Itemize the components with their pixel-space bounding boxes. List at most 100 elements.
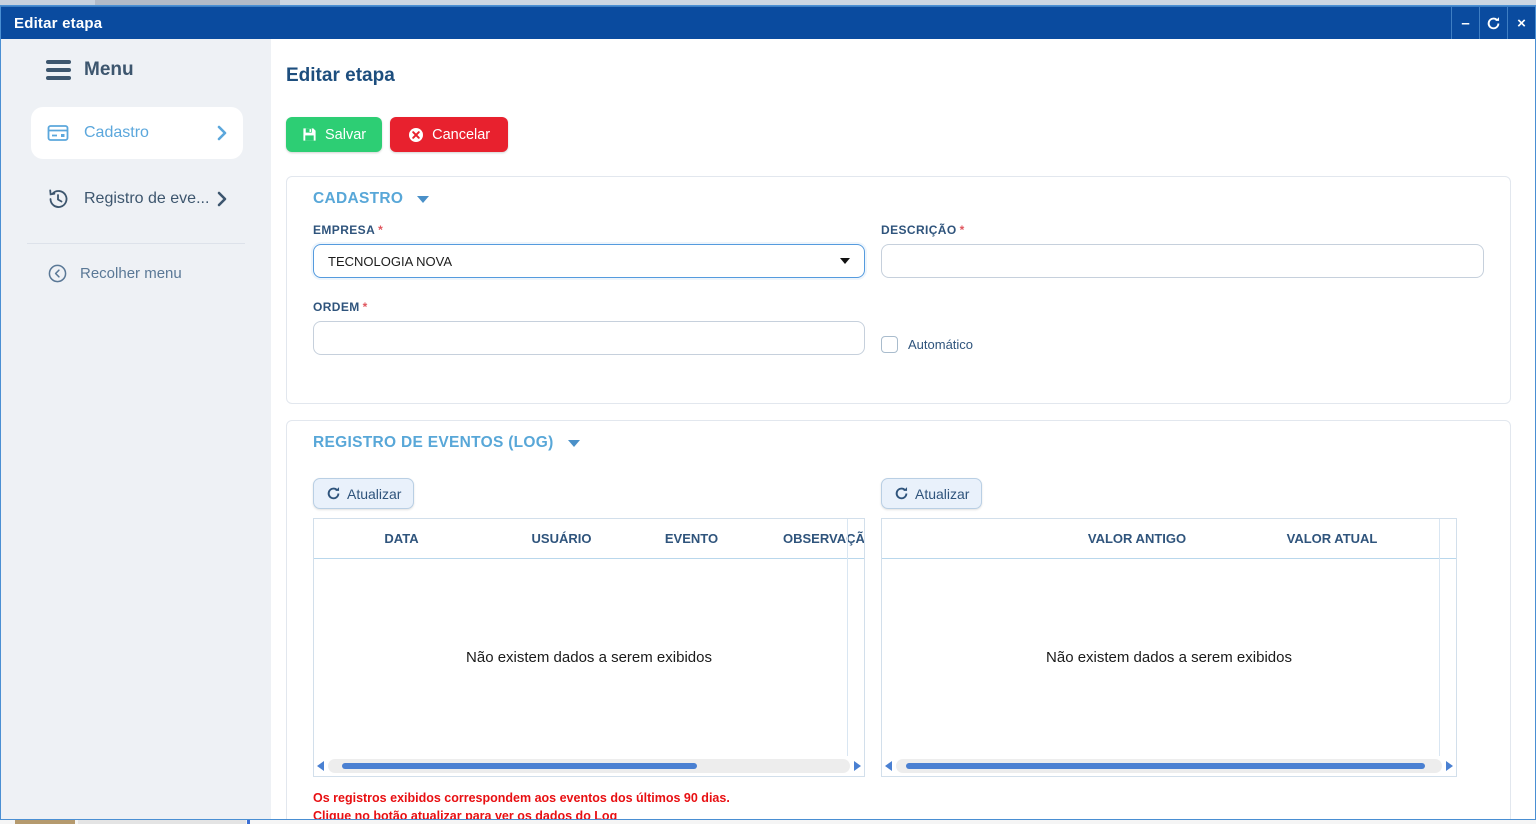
log-section-header[interactable]: REGISTRO DE EVENTOS (LOG) bbox=[313, 434, 1484, 452]
save-floppy-icon bbox=[302, 127, 317, 142]
page-behind-bottom-strip bbox=[0, 820, 1536, 824]
chevron-left-circle-icon bbox=[48, 264, 67, 283]
scrollbar-thumb[interactable] bbox=[342, 763, 697, 769]
events-table-header: DATA USUÁRIO EVENTO OBSERVAÇÃO bbox=[314, 519, 864, 559]
behind-strip-segment bbox=[15, 820, 75, 824]
descricao-input[interactable] bbox=[881, 244, 1484, 278]
scroll-left-arrow-icon[interactable] bbox=[885, 761, 892, 771]
refresh-icon bbox=[894, 486, 909, 501]
automatico-field-group: Automático bbox=[881, 300, 1484, 355]
log-tables: Atualizar DATA USUÁRIO EVENTO OBSERVAÇÃO… bbox=[313, 478, 1484, 777]
values-table-header: VALOR ANTIGO VALOR ATUAL bbox=[882, 519, 1456, 559]
titlebar: Editar etapa – × bbox=[1, 6, 1535, 39]
menu-header[interactable]: Menu bbox=[1, 59, 271, 81]
window-controls: – × bbox=[1451, 7, 1535, 39]
refresh-events-button[interactable]: Atualizar bbox=[313, 478, 414, 509]
cadastro-form: EMPRESA* TECNOLOGIA NOVA DESCRIÇÃO* ORDE… bbox=[313, 223, 1484, 355]
automatico-label: Automático bbox=[908, 337, 973, 352]
main-content: Editar etapa Salvar bbox=[271, 39, 1535, 819]
save-button[interactable]: Salvar bbox=[286, 117, 382, 152]
automatico-checkbox[interactable] bbox=[881, 336, 898, 353]
chevron-right-icon bbox=[217, 191, 227, 207]
cancel-button-label: Cancelar bbox=[432, 127, 490, 143]
refresh-button-label: Atualizar bbox=[915, 486, 969, 502]
history-icon bbox=[46, 187, 70, 211]
events-table: DATA USUÁRIO EVENTO OBSERVAÇÃO Não exist… bbox=[313, 518, 865, 777]
column-header-valor-antigo[interactable]: VALOR ANTIGO bbox=[1042, 531, 1232, 546]
page-title: Editar etapa bbox=[286, 65, 1511, 87]
values-table: VALOR ANTIGO VALOR ATUAL Não existem dad… bbox=[881, 518, 1457, 777]
card-icon bbox=[46, 121, 70, 145]
window-title: Editar etapa bbox=[1, 15, 102, 32]
scroll-right-arrow-icon[interactable] bbox=[1446, 761, 1453, 771]
collapse-caret-icon bbox=[568, 440, 580, 447]
ordem-label: ORDEM* bbox=[313, 300, 865, 314]
scroll-left-arrow-icon[interactable] bbox=[317, 761, 324, 771]
behind-strip-segment bbox=[247, 820, 250, 824]
window-body: Menu Cadastro bbox=[1, 39, 1535, 819]
refresh-values-button[interactable]: Atualizar bbox=[881, 478, 982, 509]
log-notes: Os registros exibidos correspondem aos e… bbox=[313, 789, 1484, 819]
collapse-caret-icon bbox=[417, 196, 429, 203]
save-button-label: Salvar bbox=[325, 127, 366, 143]
refresh-window-button[interactable] bbox=[1479, 7, 1507, 39]
log-note-line: Os registros exibidos correspondem aos e… bbox=[313, 789, 1484, 807]
log-section-title: REGISTRO DE EVENTOS (LOG) bbox=[313, 434, 554, 452]
log-panel: REGISTRO DE EVENTOS (LOG) Atu bbox=[286, 420, 1511, 819]
refresh-icon bbox=[1486, 16, 1501, 31]
empresa-label: EMPRESA* bbox=[313, 223, 865, 237]
ordem-input[interactable] bbox=[313, 321, 865, 355]
cadastro-section-header[interactable]: CADASTRO bbox=[313, 190, 1484, 208]
values-empty-state: Não existem dados a serem exibidos bbox=[882, 559, 1456, 756]
cadastro-section-title: CADASTRO bbox=[313, 190, 403, 208]
scrollbar-track[interactable] bbox=[896, 759, 1442, 773]
behind-strip-segment bbox=[78, 820, 246, 824]
minimize-icon: – bbox=[1461, 15, 1469, 32]
empresa-field-group: EMPRESA* TECNOLOGIA NOVA bbox=[313, 223, 865, 278]
cancel-button[interactable]: Cancelar bbox=[390, 117, 508, 152]
sidebar-item-label: Registro de eve... bbox=[84, 190, 209, 208]
events-empty-state: Não existem dados a serem exibidos bbox=[314, 559, 864, 756]
action-buttons: Salvar Cancelar bbox=[286, 117, 1511, 152]
descricao-label: DESCRIÇÃO* bbox=[881, 223, 1484, 237]
required-asterisk: * bbox=[960, 223, 965, 237]
sidebar-divider bbox=[27, 243, 245, 244]
column-header-data[interactable]: DATA bbox=[314, 531, 489, 546]
close-button[interactable]: × bbox=[1507, 7, 1535, 39]
values-horizontal-scrollbar bbox=[882, 756, 1456, 776]
select-caret-icon bbox=[840, 258, 850, 264]
empresa-selected-value: TECNOLOGIA NOVA bbox=[328, 254, 452, 269]
ordem-field-group: ORDEM* bbox=[313, 300, 865, 355]
refresh-button-label: Atualizar bbox=[347, 486, 401, 502]
refresh-icon bbox=[326, 486, 341, 501]
sidebar: Menu Cadastro bbox=[1, 39, 271, 819]
collapse-menu-button[interactable]: Recolher menu bbox=[1, 264, 271, 283]
scrollbar-track[interactable] bbox=[328, 759, 850, 773]
column-header-evento[interactable]: EVENTO bbox=[634, 531, 749, 546]
sidebar-item-cadastro[interactable]: Cadastro bbox=[31, 107, 243, 159]
scroll-right-arrow-icon[interactable] bbox=[854, 761, 861, 771]
sidebar-item-registro-de-eventos[interactable]: Registro de eve... bbox=[31, 173, 243, 225]
descricao-field-group: DESCRIÇÃO* bbox=[881, 223, 1484, 278]
log-values-column: Atualizar VALOR ANTIGO VALOR ATUAL Não e… bbox=[881, 478, 1457, 777]
required-asterisk: * bbox=[378, 223, 383, 237]
hamburger-icon bbox=[46, 60, 71, 80]
sidebar-item-label: Cadastro bbox=[84, 124, 149, 142]
menu-label: Menu bbox=[84, 59, 134, 81]
vertical-scrollbar-area[interactable] bbox=[1439, 519, 1456, 756]
log-note-line: Clique no botão atualizar para ver os da… bbox=[313, 807, 1484, 819]
close-icon: × bbox=[1517, 15, 1526, 32]
cancel-circle-x-icon bbox=[408, 127, 424, 143]
collapse-menu-label: Recolher menu bbox=[80, 265, 182, 282]
minimize-button[interactable]: – bbox=[1451, 7, 1479, 39]
column-header-valor-atual[interactable]: VALOR ATUAL bbox=[1232, 531, 1432, 546]
modal-window: Editar etapa – × Menu bbox=[0, 5, 1536, 820]
chevron-right-icon bbox=[217, 125, 227, 141]
log-events-column: Atualizar DATA USUÁRIO EVENTO OBSERVAÇÃO… bbox=[313, 478, 865, 777]
vertical-scrollbar-area[interactable] bbox=[847, 519, 864, 756]
events-horizontal-scrollbar bbox=[314, 756, 864, 776]
cadastro-panel: CADASTRO EMPRESA* TECNOLOGIA NOVA DESCRI… bbox=[286, 176, 1511, 404]
column-header-usuario[interactable]: USUÁRIO bbox=[489, 531, 634, 546]
scrollbar-thumb[interactable] bbox=[906, 763, 1425, 769]
empresa-select[interactable]: TECNOLOGIA NOVA bbox=[313, 244, 865, 278]
